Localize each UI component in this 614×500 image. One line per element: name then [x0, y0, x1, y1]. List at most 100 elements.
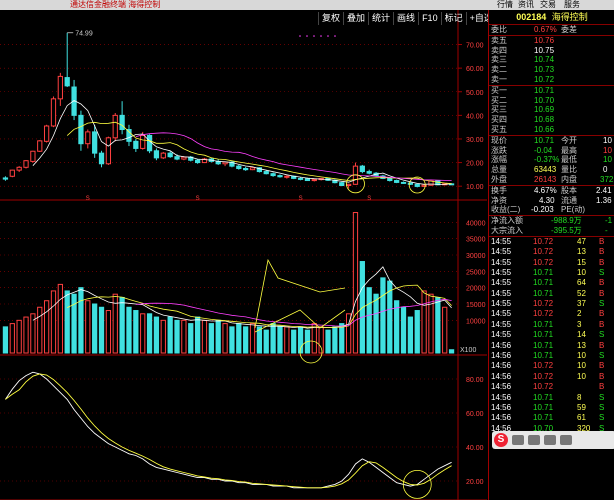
stat-label: 最低: [561, 155, 577, 165]
ask-row[interactable]: 卖四 10.75: [489, 46, 614, 56]
bid-row[interactable]: 买三 10.69: [489, 105, 614, 115]
tick-side: B: [599, 361, 605, 371]
ask-label: 卖五: [491, 35, 507, 45]
tick-vol: 8: [577, 392, 582, 402]
menu-news[interactable]: 资讯: [518, 0, 534, 10]
ask-price: 10.76: [534, 35, 555, 45]
volume-bar: [229, 326, 235, 354]
volume-bar: [43, 300, 50, 354]
stat-label: 股本: [561, 185, 577, 195]
toolbar-draw-line[interactable]: 画线: [393, 12, 418, 25]
volume-bar: [277, 326, 283, 354]
tick-price: 10.72: [533, 361, 554, 371]
bid-row[interactable]: 买一 10.71: [489, 86, 614, 96]
toolbar-f10[interactable]: F10: [418, 12, 441, 25]
toolbar-statistics[interactable]: 统计: [368, 12, 393, 25]
tick-vol: 37: [577, 299, 586, 309]
bid-label: 买四: [491, 115, 507, 125]
tick-time: 14:56: [491, 402, 512, 412]
menu-quotes[interactable]: 行情: [497, 0, 513, 10]
volume-bar: [249, 323, 256, 354]
ask-row[interactable]: 卖五 10.76: [489, 36, 614, 46]
toolbar-overlay[interactable]: 叠加: [343, 12, 368, 25]
fundamental-row: 收益(二) -0.203 PE(动): [489, 205, 614, 215]
candle-body: [85, 131, 91, 145]
candle-body: [236, 165, 242, 169]
volume-bar: [448, 349, 455, 354]
sohu-toolbar[interactable]: S: [492, 431, 614, 449]
stock-name: 海得控制: [551, 12, 588, 22]
tick-side: S: [599, 413, 605, 423]
ask-price: 10.75: [534, 45, 555, 55]
title-bar: 通达信金融终端 海得控制 行情 资讯 交易 服务: [0, 0, 614, 10]
volume-bar: [64, 290, 70, 354]
tick-time: 14:56: [491, 361, 512, 371]
tick-side: S: [599, 402, 605, 412]
menu-trade[interactable]: 交易: [540, 0, 556, 10]
window-title: 通达信金融终端 海得控制: [70, 0, 161, 9]
ask-row[interactable]: 卖一 10.72: [489, 75, 614, 85]
volume-bar: [407, 316, 414, 354]
tick-time: 14:55: [491, 247, 512, 257]
tick-side: S: [599, 299, 605, 309]
stat-value: 1.36: [596, 195, 612, 205]
tick-row: 14:55 10.72 13 B: [489, 247, 614, 257]
tick-price: 10.72: [533, 382, 554, 392]
volume-bar: [201, 319, 208, 354]
volume-bar: [160, 319, 166, 354]
volume-bar: [442, 306, 448, 354]
tick-vol: 13: [577, 247, 586, 257]
flow-label: 大宗流入: [491, 225, 523, 235]
volume-bar: [380, 277, 386, 354]
stat-value: 10: [603, 145, 612, 155]
menu-service[interactable]: 服务: [564, 0, 580, 10]
ask-row[interactable]: 卖二 10.73: [489, 65, 614, 75]
ask-price: 10.73: [534, 65, 555, 75]
dot-marker: [299, 35, 301, 37]
stat-value: 0: [603, 165, 608, 175]
chart-area[interactable]: 70.00 60.00 50.00 40.00 30.00 20.00 10.00 40000…: [0, 10, 487, 500]
tick-vol: 3: [577, 319, 582, 329]
tick-time: 14:56: [491, 413, 512, 423]
ask-label: 卖三: [491, 55, 507, 65]
kline-chart[interactable]: 70.00 60.00 50.00 40.00 30.00 20.00 10.00 40000…: [0, 10, 487, 500]
keyboard-icon[interactable]: [512, 435, 524, 445]
toolbar-restore-rights[interactable]: 复权: [318, 12, 343, 25]
flow-row: 净流入额 -988.9万 -1: [489, 216, 614, 226]
cloud-icon[interactable]: [528, 435, 540, 445]
ask-list: 卖五 10.76 卖四 10.75 卖三 10.74 卖二 10.73 卖一 10.72: [489, 36, 614, 85]
tick-price: 10.72: [533, 299, 554, 309]
volume-bar: [291, 329, 297, 354]
stat-label: 量比: [561, 165, 577, 175]
candle-body: [2, 177, 9, 180]
volume-bar: [366, 287, 372, 354]
toolbar-mark[interactable]: 标记: [440, 12, 466, 25]
flow-extra: -1: [605, 216, 613, 226]
volume-bar: [243, 326, 249, 354]
tick-row: 14:55 10.72 47 B: [489, 237, 614, 247]
volume-bar: [126, 306, 132, 354]
bid-row[interactable]: 买四 10.68: [489, 115, 614, 125]
tick-row: 14:56 10.71 59 S: [489, 403, 614, 413]
tick-side: B: [599, 340, 605, 350]
quote-row: 外盘 26143 内盘 372: [489, 175, 614, 185]
tick-price: 10.71: [533, 288, 554, 298]
bid-row[interactable]: 买五 10.66: [489, 125, 614, 135]
settings-icon[interactable]: [560, 435, 572, 445]
fundamental-row: 换手 4.67% 股本 2.41: [489, 186, 614, 196]
user-icon[interactable]: [544, 435, 556, 445]
price-tick-label: 50.00: [466, 90, 484, 97]
stat-value: 4.30: [539, 195, 555, 205]
stat-label: 今开: [561, 135, 577, 145]
flow-extra: -: [605, 225, 608, 235]
fund-flows: 净流入额 -988.9万 -1 大宗流入 -395.5万 -: [489, 216, 614, 236]
tick-list[interactable]: 14:55 10.72 47 B 14:55 10.72 13 B 14:55 10.72 15 B 1…: [489, 237, 614, 434]
ask-row[interactable]: 卖三 10.74: [489, 55, 614, 65]
bid-row[interactable]: 买二 10.70: [489, 96, 614, 106]
tick-vol: 2: [577, 309, 582, 319]
candle-body: [167, 152, 173, 158]
sohu-logo-icon[interactable]: S: [494, 433, 508, 447]
volume-bar: [50, 290, 57, 354]
candle-body: [140, 134, 146, 149]
ask-label: 卖一: [491, 74, 507, 84]
